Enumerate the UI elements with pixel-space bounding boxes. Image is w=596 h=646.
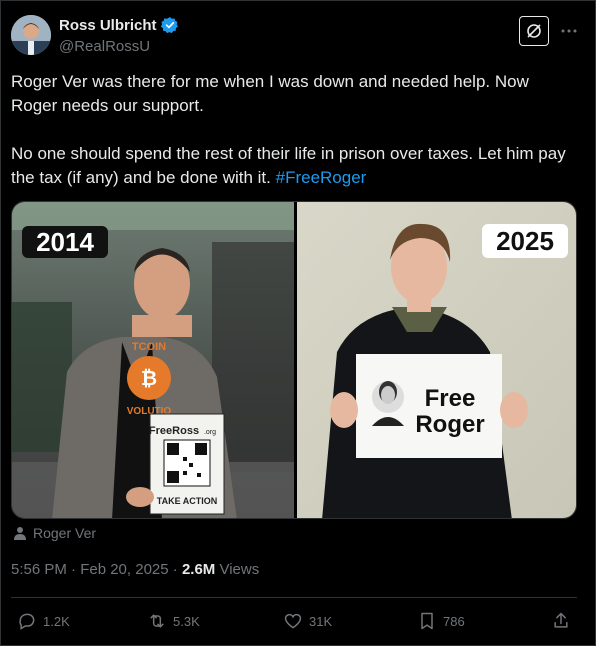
- repost-icon: [150, 614, 164, 628]
- tagged-user-row[interactable]: Roger Ver: [13, 525, 96, 541]
- bookmark-icon: [421, 612, 433, 630]
- repost-count: 5.3K: [173, 613, 200, 629]
- left-shirt-text: TCOIN: [132, 341, 166, 353]
- like-button[interactable]: 31K: [283, 608, 332, 634]
- like-count: 31K: [309, 613, 333, 629]
- media-image: ₿ TCOIN VOLUTIO FreeRoss .org TAKE ACTIO…: [12, 202, 576, 518]
- person-icon: [14, 527, 26, 540]
- heart-icon: [284, 613, 302, 629]
- grok-button[interactable]: [519, 16, 549, 46]
- left-year: 2014: [36, 227, 94, 257]
- verified-badge-icon: [160, 17, 178, 34]
- tweet-header: Ross Ulbricht @RealRossU: [11, 13, 585, 57]
- right-year: 2025: [496, 226, 554, 256]
- views-label: Views: [215, 561, 260, 578]
- more-options-button[interactable]: [557, 19, 581, 43]
- tweet-meta: 5:56 PM · Feb 20, 2025 · 2.6M Views: [11, 561, 259, 578]
- svg-text:₿: ₿: [141, 368, 157, 390]
- right-sign-line2: Roger: [415, 411, 484, 438]
- author-handle[interactable]: @RealRossU: [59, 38, 179, 55]
- tweet-text: Roger Ver was there for me when I was do…: [11, 70, 571, 190]
- share-button[interactable]: [551, 608, 571, 634]
- repost-button[interactable]: 5.3K: [147, 608, 200, 634]
- reply-icon: [19, 613, 35, 630]
- tweet-media[interactable]: ₿ TCOIN VOLUTIO FreeRoss .org TAKE ACTIO…: [11, 201, 577, 519]
- author-name[interactable]: Ross Ulbricht: [59, 17, 157, 34]
- left-sign-suffix: .org: [204, 429, 216, 436]
- divider: [11, 597, 577, 598]
- share-icon: [554, 612, 568, 628]
- author-name-row[interactable]: Ross Ulbricht: [59, 16, 179, 34]
- left-sign-footer: TAKE ACTION: [157, 496, 218, 506]
- left-sign-title: FreeRoss: [149, 425, 199, 437]
- bookmark-count: 786: [443, 613, 465, 629]
- tagged-user[interactable]: Roger Ver: [33, 525, 96, 541]
- action-bar: 1.2K 5.3K 31K 786: [11, 608, 577, 634]
- views-count: 2.6M: [181, 561, 216, 578]
- avatar[interactable]: [11, 15, 51, 55]
- grok-icon: [527, 24, 541, 38]
- author-info: Ross Ulbricht @RealRossU: [59, 16, 179, 55]
- more-dots-icon: [561, 29, 577, 33]
- timestamp[interactable]: 5:56 PM · Feb 20, 2025 ·: [11, 561, 182, 578]
- bookmark-button[interactable]: 786: [417, 608, 465, 634]
- reply-count: 1.2K: [43, 613, 70, 629]
- right-sign-line1: Free: [425, 385, 476, 412]
- reply-button[interactable]: 1.2K: [17, 608, 70, 634]
- hashtag-link[interactable]: #FreeRoger: [276, 168, 367, 187]
